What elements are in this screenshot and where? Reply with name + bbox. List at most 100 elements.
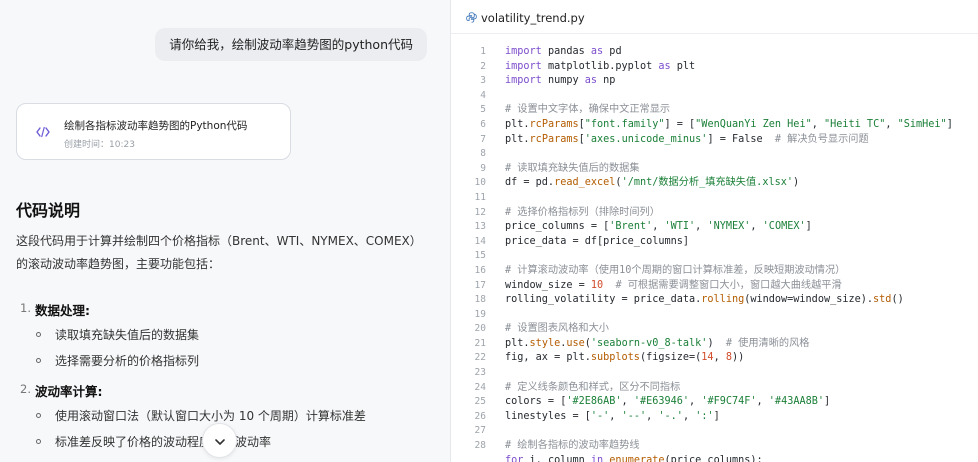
code-token: pd <box>603 46 622 57</box>
code-line: 18 rolling_volatility = price_data.rollin… <box>451 293 978 308</box>
code-text: linestyles = ['-', '--', '-.', ':'] <box>505 410 720 425</box>
code-line: 9 # 读取填充缺失值后的数据集 <box>451 162 978 177</box>
code-text: fig, ax = plt.subplots(figsize=(14, 8)) <box>505 351 744 366</box>
code-token: ':' <box>695 410 714 422</box>
code-token: , <box>713 352 726 364</box>
line-number: 19 <box>474 308 486 320</box>
code-token: "Heiti TC" <box>824 118 886 130</box>
code-line: 8 <box>451 147 978 162</box>
code-token: ] <box>824 396 831 408</box>
code-token: "WenQuanYi Zen Hei" <box>695 118 812 130</box>
code-text: # 绘制各指标的波动率趋势线 <box>505 439 640 454</box>
line-number: 9 <box>480 162 486 174</box>
code-line: 22 fig, ax = plt.subplots(figsize=(14, 8)… <box>451 351 978 366</box>
code-token: () <box>891 294 904 306</box>
section-heading: 代码说明 <box>16 201 81 220</box>
code-editor-pane: volatility_trend.py 1 import pandas as pd… <box>450 0 978 462</box>
code-token: # 选择价格指标列（排除时间列） <box>505 206 660 218</box>
line-number: 16 <box>474 264 486 276</box>
code-artifact-card[interactable]: 绘制各指标波动率趋势图的Python代码 创建时间：10:23 <box>16 103 291 160</box>
line-number: 12 <box>474 206 486 218</box>
line-number: 10 <box>474 177 486 189</box>
line-number: 13 <box>474 221 486 233</box>
code-token: price_columns = [ <box>505 221 610 233</box>
code-token: 10 <box>590 279 604 291</box>
code-token: for <box>505 454 524 462</box>
code-token: use <box>566 337 585 349</box>
code-token: # 绘制各指标的波动率趋势线 <box>505 440 640 452</box>
line-number: 22 <box>474 352 486 364</box>
bullet-marker <box>36 332 41 337</box>
line-number: 15 <box>474 250 486 262</box>
list-number: 2. <box>20 382 31 396</box>
chat-pane: 请你给我，绘制波动率趋势图的python代码 绘制各指标波动率趋势图的Pytho… <box>0 0 450 462</box>
code-token: (price_columns): <box>664 454 763 462</box>
file-name: volatility_trend.py <box>481 11 585 25</box>
code-token: ) <box>707 337 726 349</box>
file-tab[interactable]: volatility_trend.py <box>451 0 978 34</box>
code-token: 'axes.unicode_minus' <box>584 133 708 145</box>
list-number: 1. <box>20 301 31 315</box>
code-token: style <box>529 337 561 349</box>
code-line: 11 <box>451 191 978 206</box>
list-bullet: 选择需要分析的价格指标列 <box>55 354 200 368</box>
line-number: 1 <box>480 46 486 57</box>
line-number: 18 <box>474 294 486 306</box>
code-text: colors = ['#2E86AB', '#E63946', '#F9C74F… <box>505 395 830 410</box>
code-line: 16 # 计算滚动波动率（使用10个周期的窗口计算标准差，反映短期波动情况） <box>451 264 978 279</box>
code-token: , <box>646 410 659 422</box>
code-token: # 可根据需要调整窗口大小，窗口越大曲线越平滑 <box>615 279 842 291</box>
code-line: 4 <box>451 89 978 104</box>
code-token: ] = False <box>707 133 775 145</box>
code-token: subplots <box>590 352 640 364</box>
code-token: '#E63946' <box>633 396 690 408</box>
intro-paragraph: 这段代码用于计算并绘制四个价格指标（Brent、WTI、NYMEX、COMEX）… <box>16 234 416 271</box>
scroll-down-button[interactable] <box>202 423 237 458</box>
code-token: , <box>756 396 769 408</box>
code-token: , <box>682 410 696 422</box>
code-text: rolling_volatility = price_data.rolling(… <box>505 293 904 308</box>
code-token: 'NYMEX' <box>707 221 751 233</box>
code-token: rcParams <box>529 118 579 130</box>
code-text: import pandas as pd <box>505 45 622 60</box>
code-text: import numpy as np <box>505 74 615 89</box>
code-token: pandas <box>541 46 591 57</box>
code-line: for i, column in enumerate(price_columns… <box>451 454 978 462</box>
code-line: 19 <box>451 308 978 323</box>
code-line: 14 price_data = df[price_columns] <box>451 235 978 250</box>
code-line: 15 <box>451 249 978 264</box>
code-text: # 定义线条颜色和样式，区分不同指标 <box>505 381 680 396</box>
code-line: 1 import pandas as pd <box>451 45 978 60</box>
code-token: '#2E86AB' <box>566 396 622 408</box>
line-number: 27 <box>474 425 486 437</box>
code-line: 13 price_columns = ['Brent', 'WTI', 'NYME… <box>451 220 978 235</box>
list-heading: 数据处理: <box>35 303 90 318</box>
line-number: 21 <box>474 337 486 349</box>
code-line: 5 # 设置中文字体，确保中文正常显示 <box>451 103 978 118</box>
code-line: 28 # 绘制各指标的波动率趋势线 <box>451 439 978 454</box>
code-token: ] <box>805 221 812 233</box>
code-token: enumerate <box>609 454 665 462</box>
card-created-time: 创建时间：10:23 <box>64 140 135 150</box>
code-token: ] = [ <box>664 118 696 130</box>
code-token: # 设置图表风格和大小 <box>505 323 609 335</box>
code-token: import <box>505 46 542 57</box>
code-token: linestyles = [ <box>505 410 591 422</box>
code-token: , <box>750 221 763 233</box>
code-token: matplotlib.pyplot <box>541 60 659 72</box>
code-token: plt. <box>505 337 530 349</box>
line-number: 23 <box>474 367 486 379</box>
code-token: 'WTI' <box>664 221 696 233</box>
code-line: 23 <box>451 366 978 381</box>
bullet-marker <box>36 439 41 444</box>
code-token: # 设置中文字体，确保中文正常显示 <box>505 104 671 116</box>
line-number: 2 <box>480 60 486 72</box>
code-text: price_data = df[price_columns] <box>505 235 689 250</box>
list-bullet: 读取填充缺失值后的数据集 <box>55 328 200 342</box>
code-text: # 选择价格指标列（排除时间列） <box>505 206 660 221</box>
code-text: plt.rcParams['axes.unicode_minus'] = Fal… <box>505 133 869 148</box>
code-token: numpy <box>541 75 585 87</box>
code-token: 14 <box>701 352 714 364</box>
line-number: 3 <box>480 75 486 87</box>
code-token: # 读取填充缺失值后的数据集 <box>505 162 640 174</box>
